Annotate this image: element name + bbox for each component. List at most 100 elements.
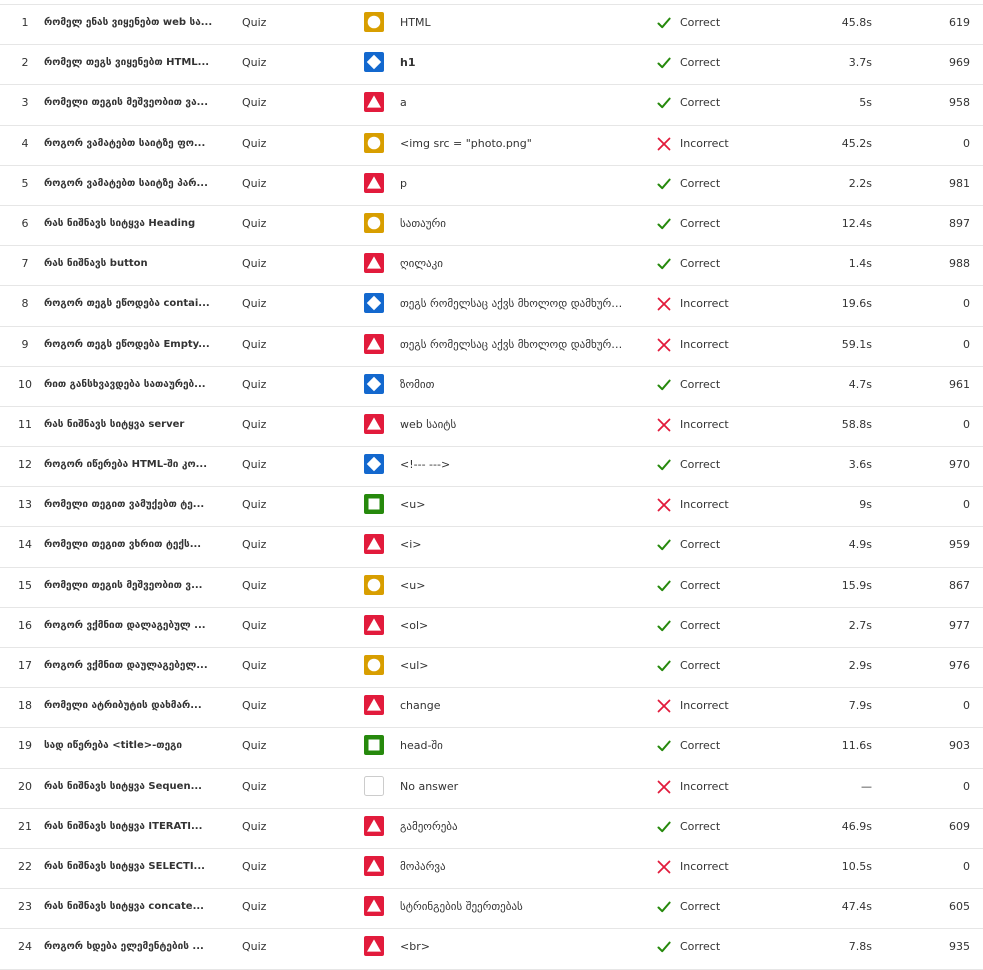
table-row[interactable]: 7 რას ნიშნავს button Quiz ღილაკი Correct 1.4s… — [0, 246, 983, 287]
question-number: 7 — [21, 257, 29, 271]
table-row[interactable]: 23 რას ნიშნავს სიტყვა concate... Quiz სტრინ… — [0, 889, 983, 930]
answer-time: 45.2s — [841, 136, 872, 150]
cross-icon — [657, 860, 671, 874]
table-row[interactable]: 2 რომელ თეგს ვიყენებთ HTML... Quiz h1 Correc… — [0, 45, 983, 86]
answer-time: 15.9s — [841, 578, 872, 592]
question-text: რას ნიშნავს სიტყვა concate... — [44, 901, 204, 913]
check-icon — [657, 538, 671, 552]
question-text: რომელი თეგით ვამუქებთ ტე... — [44, 499, 205, 511]
cross-icon — [657, 297, 671, 311]
check-icon — [657, 177, 671, 191]
answer-time: — — [861, 779, 872, 793]
result-label: Correct — [680, 56, 721, 70]
question-type: Quiz — [242, 859, 267, 873]
question-type: Quiz — [242, 498, 267, 512]
question-text: რას ნიშნავს სიტყვა Heading — [44, 217, 196, 229]
table-row[interactable]: 20 რას ნიშნავს სიტყვა Sequen... Quiz No ans… — [0, 769, 983, 809]
question-type: Quiz — [242, 739, 267, 753]
question-text: რომელი თეგის მეშვეობით ვ... — [44, 579, 203, 591]
check-icon — [657, 659, 671, 673]
question-type: Quiz — [242, 578, 267, 592]
triangle-answer-icon — [364, 413, 384, 434]
table-row[interactable]: 14 რომელი თეგით ვხრით ტექს... Quiz <i> Corre… — [0, 527, 983, 568]
cross-icon — [657, 780, 671, 794]
answer-time: 58.8s — [841, 417, 872, 431]
table-row[interactable]: 9 როგორ თეგს ეწოდება Empty... Quiz თეგს რომ… — [0, 327, 983, 367]
check-icon — [657, 217, 671, 231]
table-row[interactable]: 22 რას ნიშნავს სიტყვა SELECTI... Quiz მოპარ… — [0, 849, 983, 890]
check-icon — [657, 16, 671, 30]
question-text: როგორ ვქმნით დალაგებულ ... — [44, 619, 206, 631]
question-type: Quiz — [242, 699, 267, 713]
circle-answer-icon — [364, 132, 384, 153]
diamond-answer-icon — [364, 373, 384, 394]
points: 935 — [949, 940, 970, 954]
triangle-answer-icon — [364, 172, 384, 193]
question-text: სად იწერება <title>-თეგი — [44, 740, 182, 752]
question-type: Quiz — [242, 136, 267, 150]
table-row[interactable]: 21 რას ნიშნავს სიტყვა ITERATI... Quiz გამეო… — [0, 809, 983, 849]
question-type: Quiz — [242, 297, 267, 311]
points: 0 — [963, 136, 970, 150]
table-row[interactable]: 8 როგორ თეგს ეწოდება contai... Quiz თეგს რო… — [0, 286, 983, 327]
points: 897 — [949, 216, 970, 230]
result-label: Correct — [680, 216, 721, 230]
points: 961 — [949, 377, 970, 391]
points: 976 — [949, 659, 970, 672]
question-number: 24 — [18, 940, 32, 954]
answer-time: 19.6s — [841, 297, 872, 311]
triangle-answer-icon — [364, 534, 384, 555]
question-number: 15 — [18, 578, 32, 592]
table-row[interactable]: 18 რომელი ატრიბუტის დახმარ... Quiz change In… — [0, 688, 983, 729]
answer-time: 7.9s — [848, 699, 872, 713]
question-number: 11 — [18, 417, 32, 431]
question-number: 17 — [18, 659, 32, 672]
points: 0 — [963, 699, 970, 713]
table-row[interactable]: 4 როგორ ვამატებთ საიტზე ფო... Quiz <img src… — [0, 126, 983, 166]
result-label: Correct — [680, 819, 721, 833]
points: 958 — [949, 96, 970, 110]
question-text: რომელ ენას ვიყენებთ web სა... — [44, 17, 213, 28]
question-type: Quiz — [242, 458, 267, 472]
question-type: Quiz — [242, 377, 267, 391]
answer-text: <u> — [400, 498, 426, 512]
question-number: 20 — [18, 779, 32, 793]
question-number: 16 — [18, 618, 32, 632]
question-type: Quiz — [242, 940, 267, 954]
points: 903 — [949, 739, 970, 753]
table-row[interactable]: 11 რას ნიშნავს სიტყვა server Quiz web საიტს… — [0, 407, 983, 448]
question-text: რომელი თეგის მეშვეობით ვა... — [44, 97, 209, 109]
question-number: 8 — [21, 297, 29, 311]
circle-answer-icon — [364, 574, 384, 595]
question-text: როგორ თეგს ეწოდება Empty... — [44, 338, 210, 350]
points: 0 — [963, 337, 970, 351]
table-row[interactable]: 15 რომელი თეგის მეშვეობით ვ... Quiz <u> Corr… — [0, 568, 983, 608]
question-type: Quiz — [242, 337, 267, 351]
answer-time: 2.9s — [848, 659, 872, 672]
table-row[interactable]: 17 როგორ ვქმნით დაულაგებელ... Quiz <ul> Corr… — [0, 648, 983, 689]
question-number: 10 — [18, 377, 32, 391]
table-row[interactable]: 10 რით განსხვავდება სათაურებ... Quiz ზომით C… — [0, 367, 983, 407]
cross-icon — [657, 699, 671, 713]
cross-icon — [657, 137, 671, 151]
table-row[interactable]: 1 რომელ ენას ვიყენებთ web სა... Quiz HTML Co… — [0, 5, 983, 46]
result-label: Incorrect — [680, 417, 729, 431]
table-row[interactable]: 6 რას ნიშნავს სიტყვა Heading Quiz სათაური Co… — [0, 206, 983, 247]
question-text: რით განსხვავდება სათაურებ... — [44, 378, 206, 390]
table-row[interactable]: 24 როგორ ხდება ელემენტების ... Quiz <br> Cor… — [0, 929, 983, 970]
answer-time: 3.6s — [848, 458, 872, 472]
question-number: 2 — [21, 56, 29, 70]
points: 981 — [949, 176, 970, 190]
question-type: Quiz — [242, 56, 267, 70]
table-row[interactable]: 3 რომელი თეგის მეშვეობით ვა... Quiz a Correc… — [0, 85, 983, 126]
question-number: 1 — [21, 16, 29, 29]
table-row[interactable]: 5 როგორ ვამატებთ საიტზე პარ... Quiz p Correc… — [0, 166, 983, 206]
table-row[interactable]: 16 როგორ ვქმნით დალაგებულ ... Quiz <ol> Corr… — [0, 608, 983, 648]
table-row[interactable]: 12 როგორ იწერება HTML-ში კო... Quiz <!--- -… — [0, 447, 983, 488]
answer-text: ღილაკი — [400, 257, 443, 271]
table-row[interactable]: 19 სად იწერება <title>-თეგი Quiz head-ში Cor… — [0, 728, 983, 769]
question-type: Quiz — [242, 417, 267, 431]
result-label: Incorrect — [680, 297, 729, 311]
table-row[interactable]: 13 რომელი თეგით ვამუქებთ ტე... Quiz <u> Inco… — [0, 487, 983, 528]
question-number: 9 — [21, 337, 29, 351]
